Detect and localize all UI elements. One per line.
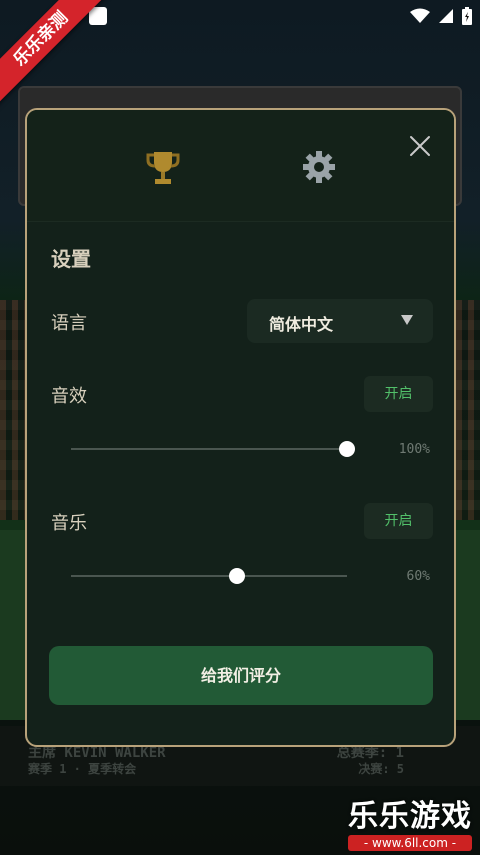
music-slider[interactable] (71, 566, 347, 586)
tab-settings[interactable] (299, 150, 339, 190)
tab-achievements[interactable] (145, 150, 181, 190)
slider-track (71, 448, 347, 450)
section-title: 设置 (51, 247, 91, 271)
slider-knob[interactable] (228, 568, 245, 584)
rate-us-button[interactable]: 给我们评分 (49, 646, 433, 705)
trophy-icon (146, 152, 180, 184)
notification-icon (89, 7, 107, 25)
wifi-icon (410, 8, 430, 23)
settings-dialog: 设置 语言 简体中文 音效 开启 100% 音乐 开启 60% 给我们评分 (25, 108, 456, 747)
sound-effects-slider[interactable] (71, 439, 355, 459)
music-label: 音乐 (51, 513, 87, 534)
sound-effects-volume-text: 100% (398, 442, 430, 457)
watermark-title: 乐乐游戏 (348, 799, 472, 834)
music-volume-text: 60% (406, 569, 430, 584)
gear-icon (303, 151, 335, 183)
close-icon[interactable] (408, 134, 432, 158)
season-text: 赛季 1 · 夏季转会 (28, 762, 137, 776)
language-value: 简体中文 (269, 315, 334, 334)
sound-effects-toggle[interactable]: 开启 (364, 376, 433, 412)
finals-text: 决赛: 5 (358, 762, 404, 776)
watermark: 乐乐游戏 - www.6ll.com - (348, 791, 472, 851)
signal-icon (439, 9, 453, 23)
slider-knob[interactable] (339, 441, 355, 457)
battery-icon (462, 7, 472, 25)
dialog-header (27, 110, 454, 222)
slider-track (71, 575, 347, 577)
language-dropdown[interactable]: 简体中文 (247, 299, 433, 343)
chevron-down-icon (401, 315, 413, 325)
sound-effects-label: 音效 (51, 386, 87, 407)
watermark-url: - www.6ll.com - (348, 835, 472, 851)
language-label: 语言 (51, 313, 87, 334)
music-toggle[interactable]: 开启 (364, 503, 433, 539)
